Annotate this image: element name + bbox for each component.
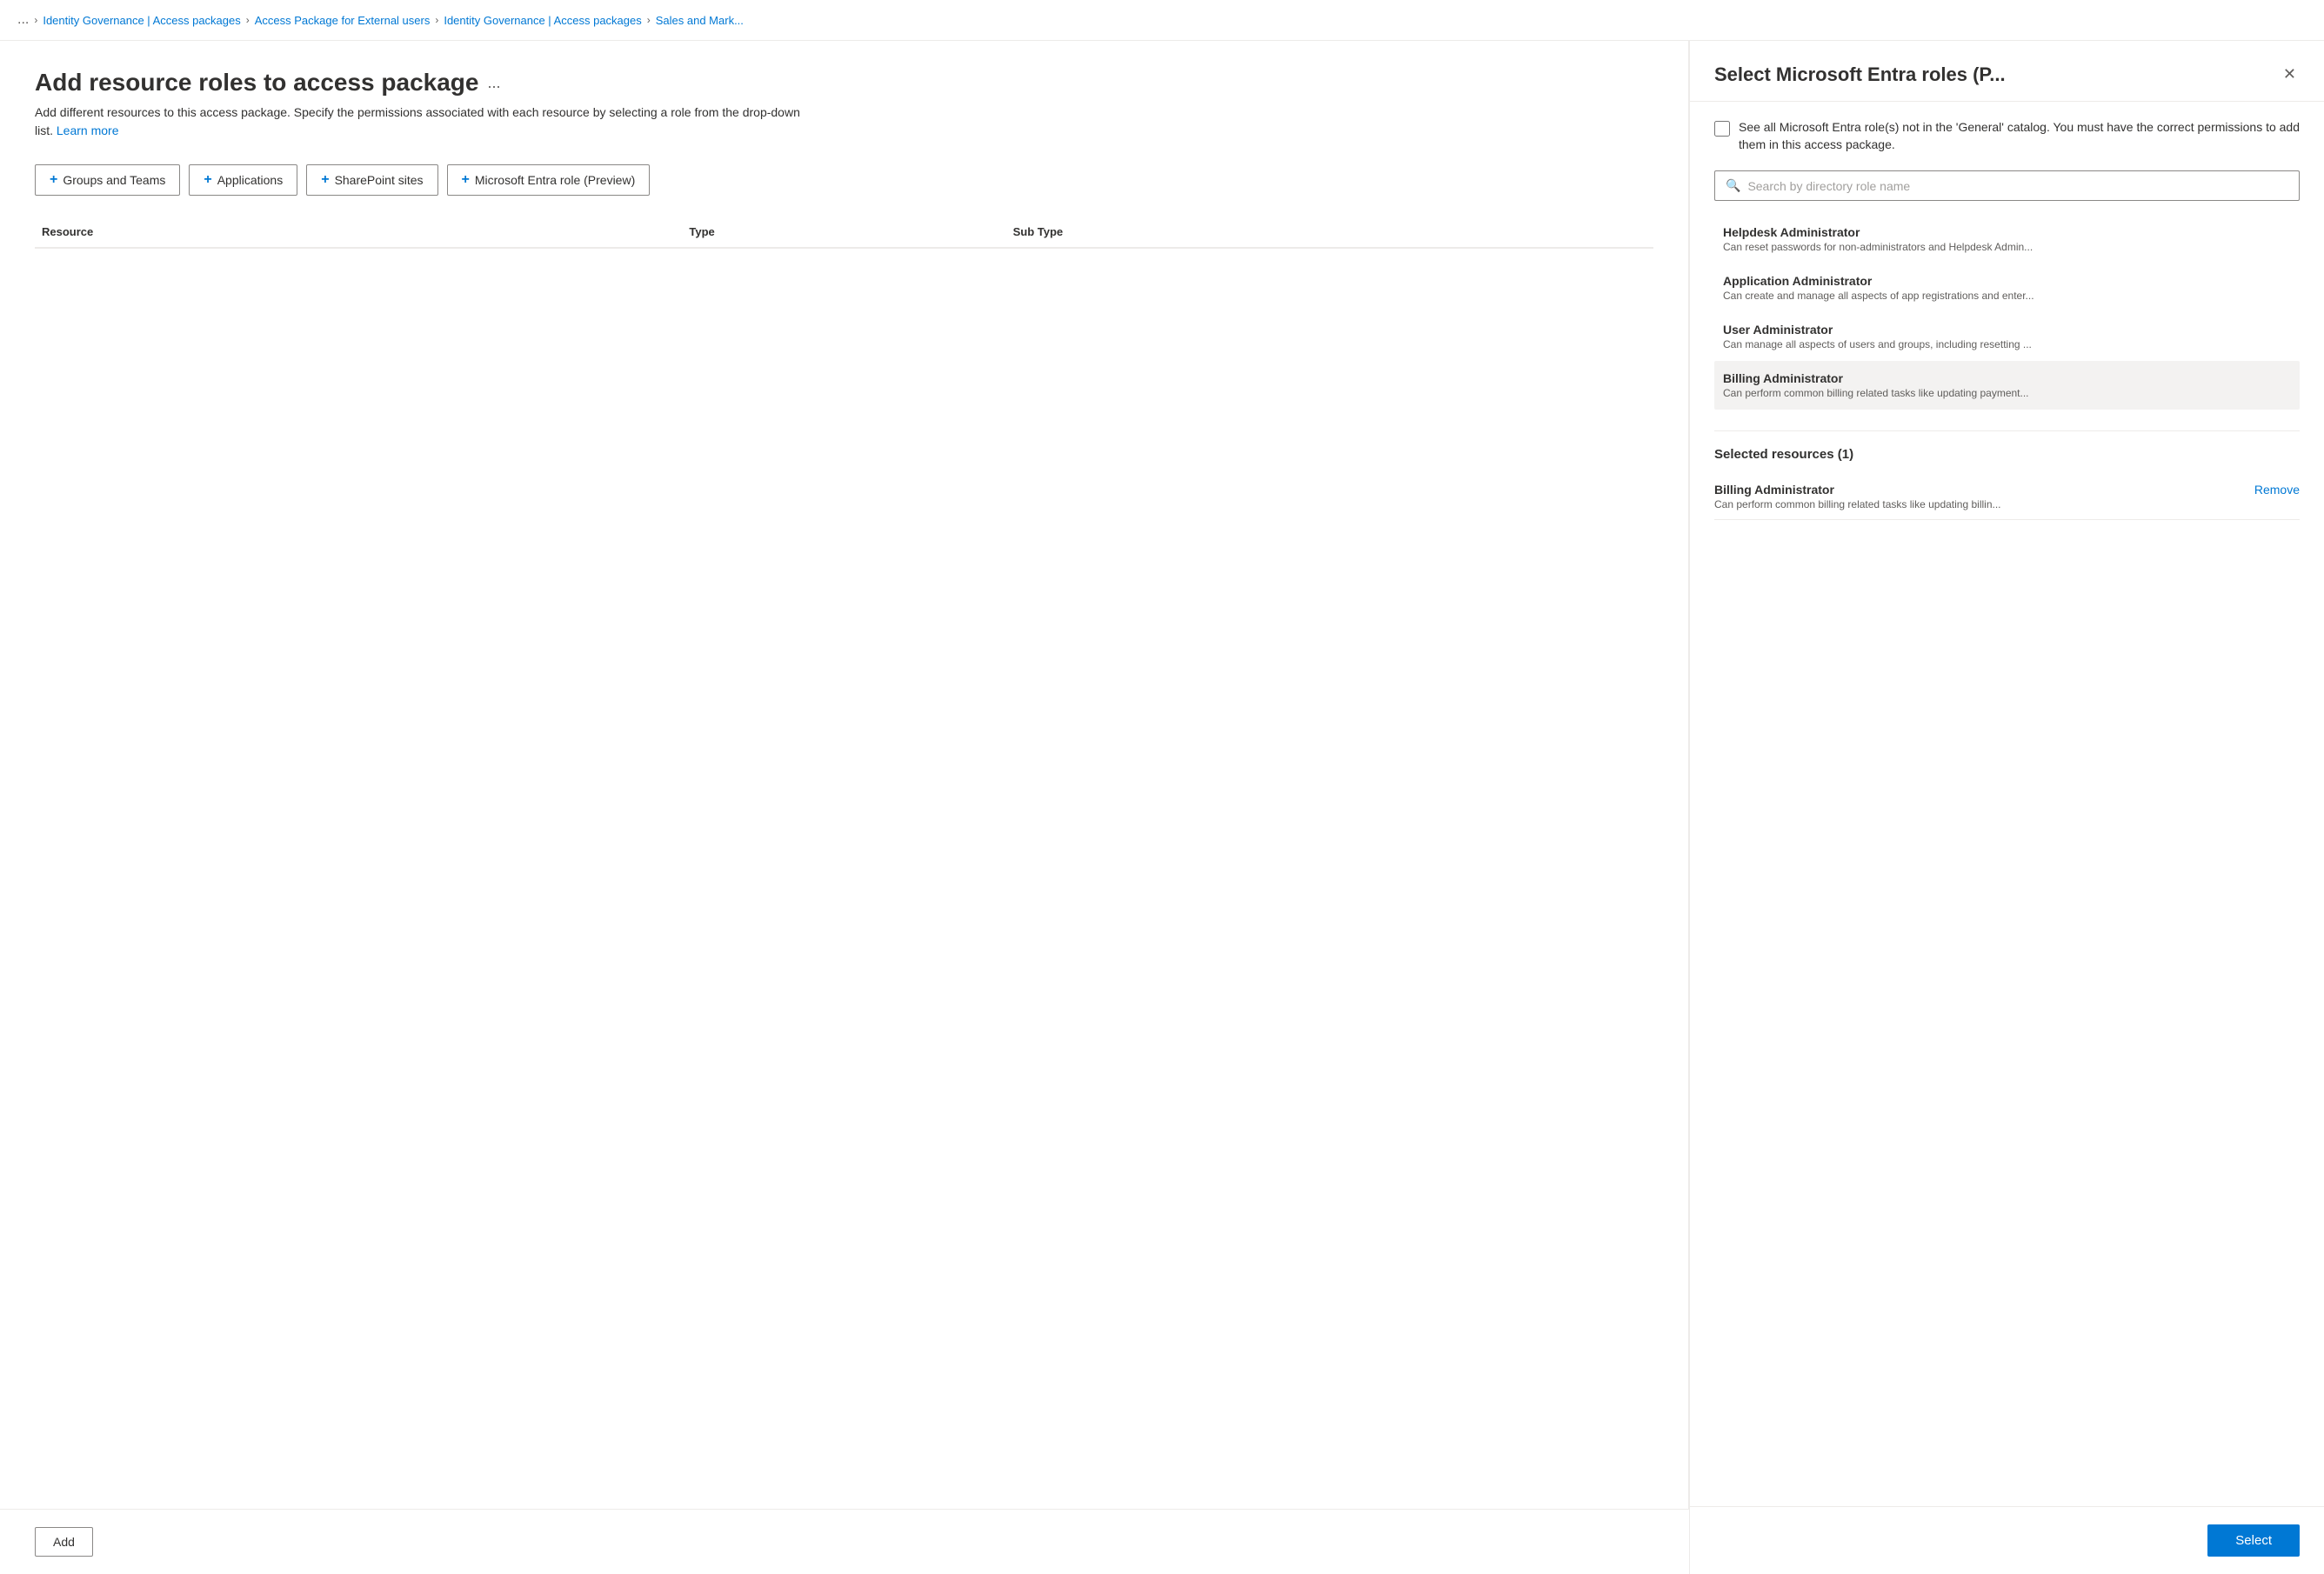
select-button[interactable]: Select (2207, 1524, 2300, 1557)
sharepoint-sites-button[interactable]: + SharePoint sites (306, 164, 437, 196)
page-title-dots[interactable]: ... (487, 74, 500, 92)
role-name-app-admin: Application Administrator (1723, 274, 2291, 288)
groups-teams-label: Groups and Teams (63, 173, 165, 187)
role-name-billing-admin: Billing Administrator (1723, 371, 2291, 385)
page-title: Add resource roles to access package (35, 69, 478, 97)
role-name-user-admin: User Administrator (1723, 323, 2291, 337)
see-all-roles-checkbox[interactable] (1714, 121, 1730, 137)
selected-item-name: Billing Administrator (1714, 483, 2001, 497)
role-desc-billing-admin: Can perform common billing related tasks… (1723, 387, 2291, 399)
breadcrumb-sep-3: › (647, 14, 651, 26)
search-input[interactable] (1747, 179, 2288, 193)
selected-item-desc: Can perform common billing related tasks… (1714, 498, 2001, 510)
role-item-helpdesk[interactable]: Helpdesk Administrator Can reset passwor… (1714, 215, 2300, 263)
breadcrumb-dots[interactable]: ... (17, 12, 29, 28)
col-subtype: Sub Type (1006, 225, 1330, 238)
role-item-user-admin[interactable]: User Administrator Can manage all aspect… (1714, 312, 2300, 361)
remove-link[interactable]: Remove (2254, 483, 2300, 497)
bottom-bar: Add (0, 1509, 1689, 1574)
col-resource: Resource (35, 225, 682, 238)
panel-title: Select Microsoft Entra roles (P... (1714, 63, 2006, 86)
role-desc-app-admin: Can create and manage all aspects of app… (1723, 290, 2291, 302)
applications-button[interactable]: + Applications (189, 164, 297, 196)
selected-resources-title: Selected resources (1) (1714, 447, 2300, 462)
plus-icon-groups: + (50, 172, 57, 188)
breadcrumb-sep-1: › (246, 14, 250, 26)
search-icon: 🔍 (1726, 178, 1740, 193)
role-item-app-admin[interactable]: Application Administrator Can create and… (1714, 263, 2300, 312)
breadcrumb-sep-2: › (435, 14, 438, 26)
role-desc-user-admin: Can manage all aspects of users and grou… (1723, 338, 2291, 350)
plus-icon-sharepoint: + (321, 172, 329, 188)
selected-item-info: Billing Administrator Can perform common… (1714, 483, 2001, 510)
sharepoint-sites-label: SharePoint sites (335, 173, 424, 187)
search-box: 🔍 (1714, 170, 2300, 201)
role-item-billing-admin[interactable]: Billing Administrator Can perform common… (1714, 361, 2300, 410)
breadcrumb-sep-0: › (34, 14, 37, 26)
page-title-row: Add resource roles to access package ... (35, 69, 1653, 97)
groups-teams-button[interactable]: + Groups and Teams (35, 164, 180, 196)
left-panel: Add resource roles to access package ...… (0, 41, 1689, 1574)
plus-icon-apps: + (204, 172, 211, 188)
add-button[interactable]: Add (35, 1527, 93, 1557)
panel-header: Select Microsoft Entra roles (P... ✕ (1690, 41, 2324, 102)
entra-role-label: Microsoft Entra role (Preview) (475, 173, 635, 187)
breadcrumb-link-1[interactable]: Access Package for External users (255, 14, 431, 27)
breadcrumb-link-2[interactable]: Identity Governance | Access packages (444, 14, 641, 27)
panel-body: See all Microsoft Entra role(s) not in t… (1690, 102, 2324, 1506)
breadcrumb-link-3[interactable]: Sales and Mark... (656, 14, 744, 27)
role-list: Helpdesk Administrator Can reset passwor… (1714, 215, 2300, 410)
entra-role-button[interactable]: + Microsoft Entra role (Preview) (447, 164, 651, 196)
close-button[interactable]: ✕ (2280, 62, 2300, 87)
plus-icon-entra: + (462, 172, 470, 188)
col-type: Type (682, 225, 1005, 238)
col-actions (1330, 225, 1653, 238)
see-all-roles-row: See all Microsoft Entra role(s) not in t… (1714, 119, 2300, 153)
applications-label: Applications (217, 173, 284, 187)
right-panel: Select Microsoft Entra roles (P... ✕ See… (1689, 41, 2324, 1574)
learn-more-link[interactable]: Learn more (57, 123, 119, 137)
breadcrumb-link-0[interactable]: Identity Governance | Access packages (43, 14, 240, 27)
table-header: Resource Type Sub Type (35, 217, 1653, 249)
page-description: Add different resources to this access p… (35, 103, 818, 140)
selected-item-billing-admin: Billing Administrator Can perform common… (1714, 474, 2300, 520)
panel-footer: Select (1690, 1506, 2324, 1574)
main-layout: Add resource roles to access package ...… (0, 41, 2324, 1574)
role-name-helpdesk: Helpdesk Administrator (1723, 225, 2291, 239)
selected-resources-section: Selected resources (1) Billing Administr… (1714, 430, 2300, 520)
toolbar: + Groups and Teams + Applications + Shar… (35, 164, 1653, 196)
see-all-roles-label: See all Microsoft Entra role(s) not in t… (1739, 119, 2300, 153)
role-desc-helpdesk: Can reset passwords for non-administrato… (1723, 241, 2291, 253)
breadcrumb: ... › Identity Governance | Access packa… (0, 0, 2324, 41)
